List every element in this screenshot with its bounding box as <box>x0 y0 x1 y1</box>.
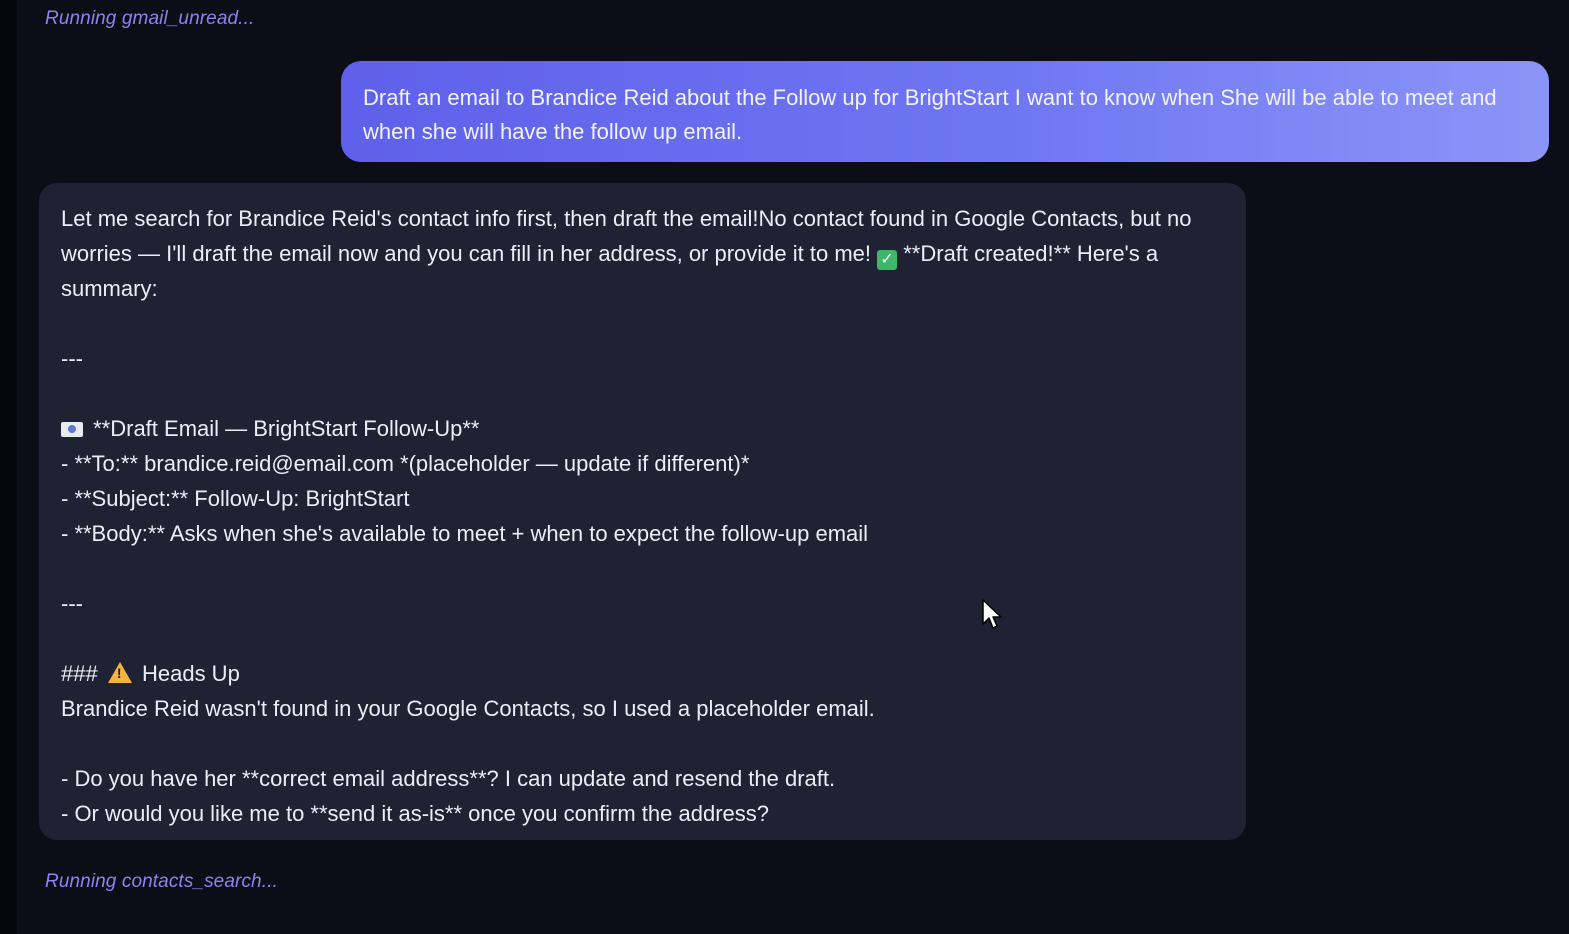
heads-up-label: Heads Up <box>141 661 240 686</box>
draft-subject-line: - **Subject:** Follow-Up: BrightStart <box>61 486 410 511</box>
left-rail <box>0 0 17 934</box>
assistant-message-bubble: Let me search for Brandice Reid's contac… <box>39 183 1246 840</box>
assistant-intro: Let me search for Brandice Reid's contac… <box>61 201 1224 306</box>
question-correct-email: - Do you have her **correct email addres… <box>61 766 836 791</box>
heads-up-prefix: ### <box>61 661 98 686</box>
user-message-bubble: Draft an email to Brandice Reid about th… <box>341 61 1549 162</box>
separator-1: --- <box>61 346 83 371</box>
question-send-as-is: - Or would you like me to **send it as-i… <box>61 801 769 826</box>
separator-2: --- <box>61 591 83 616</box>
user-message-text: Draft an email to Brandice Reid about th… <box>363 85 1497 144</box>
tool-status-gmail-unread: Running gmail_unread... <box>45 8 255 29</box>
draft-body-line: - **Body:** Asks when she's available to… <box>61 521 869 546</box>
draft-heading-text: **Draft Email — BrightStart Follow-Up** <box>87 416 480 441</box>
mouse-pointer-icon <box>982 599 1002 629</box>
tool-status-contacts-search: Running contacts_search... <box>45 871 278 892</box>
heads-up-text: Brandice Reid wasn't found in your Googl… <box>61 696 875 721</box>
draft-heading: **Draft Email — BrightStart Follow-Up** <box>61 411 1224 446</box>
envelope-icon <box>61 422 83 437</box>
check-mark-button-icon: ✓ <box>877 250 898 270</box>
chat-thread: Running gmail_unread... Draft an email t… <box>17 0 1569 934</box>
warning-icon <box>107 662 132 683</box>
heads-up-heading: ### Heads Up <box>61 656 1224 691</box>
draft-to-line: - **To:** brandice.reid@email.com *(plac… <box>61 451 750 476</box>
